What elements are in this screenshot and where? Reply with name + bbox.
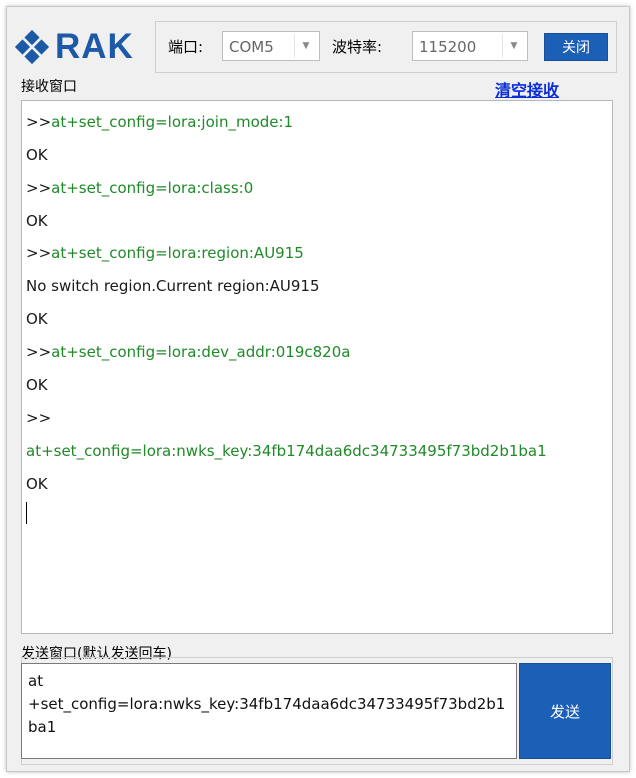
log-line: OK bbox=[26, 310, 48, 328]
log-line: OK bbox=[26, 146, 48, 164]
log-line: >>at+set_config=lora:join_mode:1 bbox=[26, 113, 294, 131]
log-line: >> bbox=[26, 409, 52, 427]
connection-settings: 端口: COM5 ▼ 波特率: 115200 ▼ 关闭 bbox=[155, 21, 617, 73]
chevron-down-icon[interactable]: ▼ bbox=[502, 34, 525, 58]
receive-window-title: 接收窗口 bbox=[21, 79, 77, 95]
text-caret bbox=[26, 502, 27, 524]
log-line: No switch region.Current region:AU915 bbox=[26, 277, 320, 295]
clear-receive-link[interactable]: 清空接收 bbox=[495, 77, 559, 101]
baud-label: 波特率: bbox=[332, 38, 383, 56]
log-line: OK bbox=[26, 376, 48, 394]
port-value: COM5 bbox=[229, 38, 274, 56]
close-button[interactable]: 关闭 bbox=[544, 33, 608, 61]
send-input[interactable]: at +set_config=lora:nwks_key:34fb174daa6… bbox=[21, 663, 517, 759]
receive-log[interactable]: >>at+set_config=lora:join_mode:1 OK >>at… bbox=[21, 100, 613, 634]
send-input-value: at +set_config=lora:nwks_key:34fb174daa6… bbox=[28, 672, 506, 736]
log-line: >>at+set_config=lora:region:AU915 bbox=[26, 244, 304, 262]
brand-logo: RAK bbox=[13, 25, 153, 69]
chevron-down-icon[interactable]: ▼ bbox=[294, 34, 317, 58]
baud-select[interactable]: 115200 ▼ bbox=[412, 31, 528, 61]
log-line: at+set_config=lora:nwks_key:34fb174daa6d… bbox=[26, 442, 547, 460]
baud-value: 115200 bbox=[419, 38, 477, 56]
log-line: >>at+set_config=lora:class:0 bbox=[26, 179, 254, 197]
app-window: RAK 端口: COM5 ▼ 波特率: 115200 ▼ 关闭 接收窗口 清空接… bbox=[6, 6, 630, 772]
port-select[interactable]: COM5 ▼ bbox=[222, 31, 320, 61]
log-line: >>at+set_config=lora:dev_addr:019c820a bbox=[26, 343, 351, 361]
rak-logo-icon bbox=[14, 29, 50, 65]
brand-name: RAK bbox=[55, 27, 134, 66]
log-line: OK bbox=[26, 212, 48, 230]
send-button[interactable]: 发送 bbox=[519, 663, 611, 759]
port-label: 端口: bbox=[168, 38, 204, 56]
log-line: OK bbox=[26, 475, 48, 493]
